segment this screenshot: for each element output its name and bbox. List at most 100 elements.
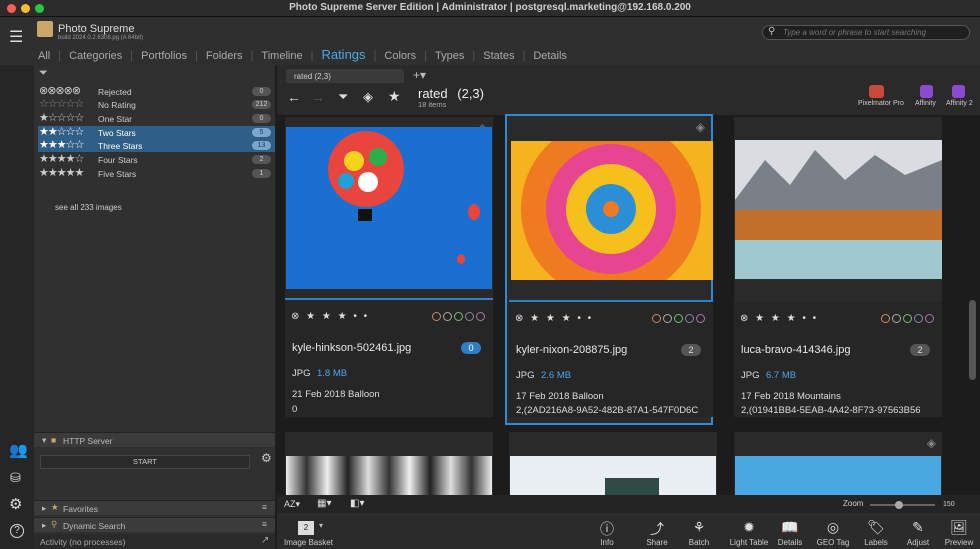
- pixelmator-icon[interactable]: [869, 85, 884, 98]
- image-card-selected[interactable]: ◈ ⊗ ★ ★ ★ • • kyler-nixon-208875.jpg 2 J…: [505, 114, 713, 425]
- tab-types[interactable]: Types: [433, 50, 466, 62]
- batch-button[interactable]: Batch: [679, 538, 719, 547]
- labels-icon[interactable]: 🏷: [856, 519, 896, 536]
- server-icon[interactable]: ⛁: [10, 470, 21, 486]
- favorites-panel-header[interactable]: ▸ ★ Favorites ≡: [34, 500, 275, 515]
- share-icon[interactable]: ⤴: [637, 519, 677, 539]
- rating-one-star[interactable]: ★☆☆☆☆ One Star 0: [38, 112, 275, 125]
- preview-icon[interactable]: 🖼: [939, 519, 979, 536]
- panel-menu-icon[interactable]: ≡: [262, 519, 267, 529]
- image-basket-count[interactable]: 2: [298, 521, 314, 535]
- rating-two-stars[interactable]: ★★☆☆☆ Two Stars 5: [38, 126, 275, 139]
- light-table-button[interactable]: Light Table: [726, 538, 772, 547]
- grid-view-icon[interactable]: ▦▾: [317, 498, 331, 509]
- settings-gear-icon[interactable]: ⚙: [9, 495, 22, 513]
- sky-image[interactable]: [735, 456, 941, 495]
- search-box[interactable]: ⚲ Type a word or phrase to start searchi…: [762, 25, 970, 40]
- tab-categories[interactable]: Categories: [67, 50, 124, 62]
- photo-thumbnail[interactable]: [735, 140, 942, 279]
- tab-colors[interactable]: Colors: [382, 50, 418, 62]
- card-rating[interactable]: ⊗ ★ ★ ★ • •: [291, 311, 369, 322]
- train-image[interactable]: [510, 456, 716, 495]
- vertical-scrollbar[interactable]: [969, 300, 976, 380]
- info-icon[interactable]: ⓘ: [587, 519, 627, 539]
- back-arrow-icon[interactable]: ←: [287, 89, 301, 105]
- expand-activity-icon[interactable]: ↗: [261, 535, 269, 546]
- rating-rejected[interactable]: ⊗⊗⊗⊗⊗ Rejected 0: [38, 85, 275, 98]
- affinity-icon[interactable]: [920, 85, 933, 98]
- tab-states[interactable]: States: [481, 50, 516, 62]
- geo-tag-icon[interactable]: ◎: [813, 519, 853, 536]
- zoom-label: Zoom: [843, 499, 864, 508]
- tab-portfolios[interactable]: Portfolios: [139, 50, 189, 62]
- adjust-icon[interactable]: ✎: [898, 519, 938, 536]
- labels-button[interactable]: Labels: [856, 538, 896, 547]
- add-tab-icon[interactable]: +▾: [413, 68, 426, 82]
- color-label-dots[interactable]: [432, 312, 485, 321]
- people-icon[interactable]: 👥: [9, 441, 28, 459]
- card-rating[interactable]: ⊗ ★ ★ ★ • •: [740, 313, 818, 324]
- favorite-star-icon[interactable]: ★: [388, 88, 401, 105]
- pixelmator-label[interactable]: Pixelmator Pro: [858, 100, 904, 107]
- sort-az-icon[interactable]: AZ▾: [284, 499, 300, 510]
- image-basket-label[interactable]: Image Basket: [284, 538, 333, 547]
- http-settings-gear-icon[interactable]: ⚙: [261, 451, 272, 465]
- penguins-image[interactable]: [286, 456, 492, 495]
- panel-menu-icon[interactable]: ≡: [262, 502, 267, 512]
- date-category: 21 Feb 2018 Balloon: [292, 389, 380, 400]
- card-rating[interactable]: ⊗ ★ ★ ★ • •: [515, 313, 593, 324]
- zoom-slider[interactable]: [870, 501, 935, 509]
- window-title: Photo Supreme Server Edition | Administr…: [289, 2, 691, 13]
- details-button[interactable]: Details: [770, 538, 810, 547]
- affinity2-label[interactable]: Affinity 2: [946, 100, 973, 107]
- batch-icon[interactable]: ⚘: [679, 519, 719, 536]
- forward-arrow-icon[interactable]: →: [311, 89, 325, 105]
- info-button[interactable]: Info: [587, 538, 627, 547]
- light-table-icon[interactable]: ✹: [729, 519, 769, 536]
- photo-thumbnail[interactable]: [511, 141, 713, 280]
- photo-thumbnail[interactable]: [286, 127, 492, 289]
- dynamic-search-panel-header[interactable]: ▸ ⚲ Dynamic Search ≡: [34, 517, 275, 532]
- stack-icon[interactable]: ◈: [363, 89, 373, 105]
- tab-details[interactable]: Details: [531, 50, 569, 62]
- see-all-link[interactable]: see all 233 images: [55, 203, 122, 212]
- rating-three-stars[interactable]: ★★★☆☆ Three Stars 13: [38, 139, 275, 152]
- hamburger-menu-icon[interactable]: ☰: [9, 27, 23, 47]
- rating-five-stars[interactable]: ★★★★★ Five Stars 1: [38, 167, 275, 180]
- geo-tag-button[interactable]: GEO Tag: [813, 538, 853, 547]
- adjust-button[interactable]: Adjust: [898, 538, 938, 547]
- expand-icon: ▸: [42, 520, 47, 530]
- tab-timeline[interactable]: Timeline: [259, 50, 304, 62]
- color-label-dots[interactable]: [652, 314, 705, 323]
- filter-icon[interactable]: ⏷: [39, 67, 48, 80]
- app-logo-icon: [37, 21, 53, 37]
- color-label-dots[interactable]: [881, 314, 934, 323]
- tab-ratings[interactable]: Ratings: [319, 47, 367, 62]
- rating-no-rating[interactable]: ☆☆☆☆☆ No Rating 212: [38, 98, 275, 111]
- start-button[interactable]: START: [40, 455, 250, 469]
- tab-folders[interactable]: Folders: [204, 50, 245, 62]
- help-icon[interactable]: ?: [10, 524, 24, 538]
- mountain-lake-image: [735, 140, 942, 279]
- layout-icon[interactable]: ◧▾: [350, 498, 364, 509]
- image-card[interactable]: ◈ ⊗ ★ ★ ★ • • kyle-hinkson-502461.jpg 0 …: [285, 117, 493, 417]
- share-button[interactable]: Share: [637, 538, 677, 547]
- search-input[interactable]: Type a word or phrase to start searching: [783, 28, 926, 37]
- filter-results-icon[interactable]: ⏷: [338, 89, 348, 105]
- rating-four-stars[interactable]: ★★★★☆ Four Stars 2: [38, 153, 275, 166]
- basket-dropdown-icon[interactable]: ▾: [319, 521, 323, 530]
- tab-all[interactable]: All: [36, 50, 52, 62]
- image-card[interactable]: ⊗ ★ ★ ★ • • luca-bravo-414346.jpg 2 JPG …: [734, 117, 942, 417]
- affinity-label[interactable]: Affinity: [915, 100, 936, 107]
- details-icon[interactable]: 📖: [770, 519, 810, 536]
- image-card[interactable]: ◈: [734, 432, 942, 495]
- http-server-panel-header[interactable]: ▾ ■ HTTP Server: [34, 432, 275, 447]
- title-bar: Photo Supreme Server Edition | Administr…: [0, 0, 980, 17]
- affinity2-icon[interactable]: [952, 85, 965, 98]
- query-tab[interactable]: rated (2,3): [286, 69, 404, 83]
- server-small-icon: ■: [51, 435, 57, 445]
- preview-button[interactable]: Preview: [939, 538, 979, 547]
- image-card[interactable]: [285, 432, 493, 495]
- file-size: 6.7 MB: [766, 370, 797, 381]
- image-card[interactable]: [509, 432, 717, 495]
